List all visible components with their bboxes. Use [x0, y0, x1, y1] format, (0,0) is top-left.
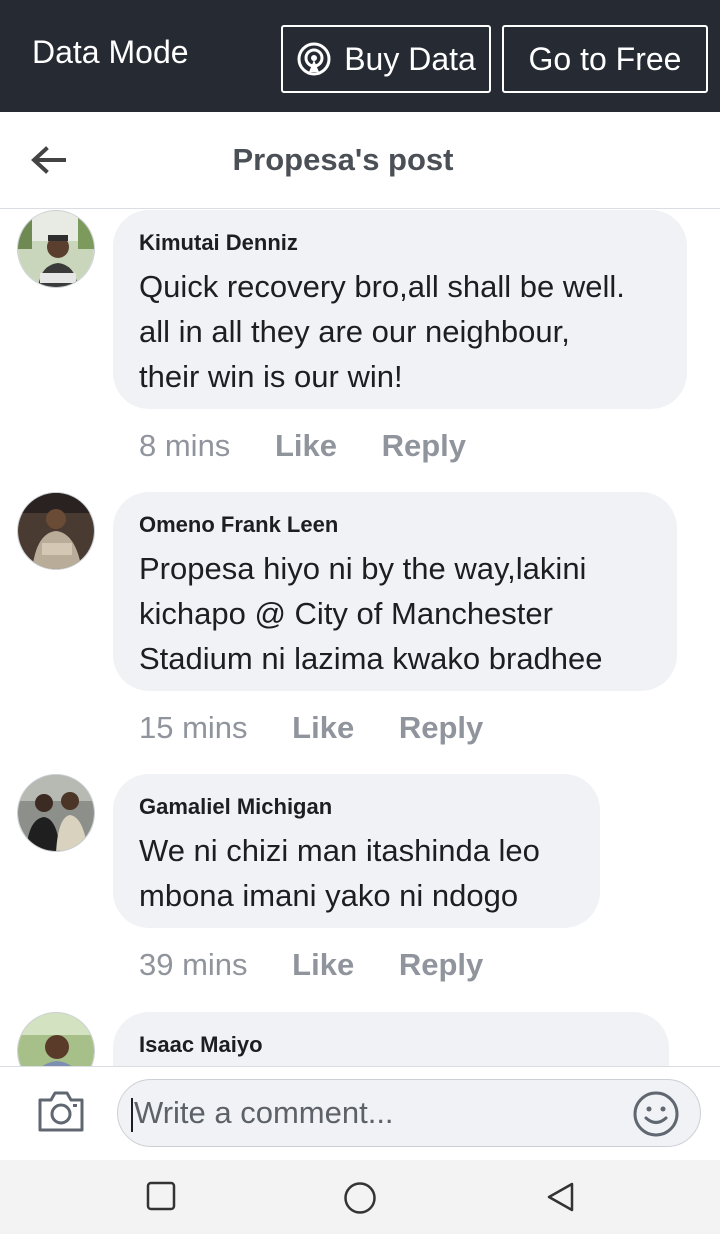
page-title: Propesa's post [232, 142, 454, 177]
avatar[interactable] [17, 1012, 95, 1066]
avatar[interactable] [17, 774, 95, 852]
system-nav-bar [0, 1160, 720, 1234]
camera-icon[interactable] [36, 1088, 86, 1134]
reply-button[interactable]: Reply [399, 710, 483, 745]
comment-composer: Write a comment... [0, 1066, 720, 1160]
avatar[interactable] [17, 210, 95, 288]
comment-actions: 15 mins Like Reply [139, 710, 519, 746]
reply-button[interactable]: Reply [399, 947, 483, 982]
comment-author[interactable]: Omeno Frank Leen [139, 510, 651, 540]
triangle-icon[interactable] [545, 1181, 575, 1213]
go-to-free-button[interactable]: Go to Free [502, 25, 708, 93]
text-caret [131, 1097, 133, 1132]
comment-time: 15 mins [139, 710, 248, 745]
comment-actions: 8 mins Like Reply [139, 428, 502, 464]
post-header: Propesa's post [0, 112, 720, 209]
broadcast-icon [297, 42, 331, 76]
comment-time: 39 mins [139, 947, 248, 982]
comment-author[interactable]: Gamaliel Michigan [139, 792, 574, 822]
circle-icon[interactable] [343, 1181, 377, 1215]
comment-placeholder: Write a comment... [134, 1095, 394, 1130]
comment-bubble: Gamaliel Michigan We ni chizi man itashi… [113, 774, 600, 928]
comment-author[interactable]: Isaac Maiyo [139, 1030, 643, 1060]
comment-bubble: Kimutai Denniz Quick recovery bro,all sh… [113, 210, 687, 409]
buy-data-button[interactable]: Buy Data [281, 25, 491, 93]
comment-actions: 39 mins Like Reply [139, 947, 519, 983]
buy-data-label: Buy Data [344, 40, 476, 77]
comment-time: 8 mins [139, 428, 231, 463]
comment-input[interactable]: Write a comment... [117, 1079, 701, 1147]
data-mode-bar: Data Mode Buy Data Go to Free [0, 0, 720, 112]
smiley-icon[interactable] [631, 1089, 681, 1139]
comment-text: Propesa hiyo ni by the way,lakini kichap… [139, 551, 603, 676]
comment-bubble: Isaac Maiyo [113, 1012, 669, 1066]
avatar[interactable] [17, 492, 95, 570]
comment-bubble: Omeno Frank Leen Propesa hiyo ni by the … [113, 492, 677, 691]
reply-button[interactable]: Reply [382, 428, 466, 463]
like-button[interactable]: Like [292, 947, 354, 982]
comments-list[interactable]: Kimutai Denniz Quick recovery bro,all sh… [0, 210, 720, 1066]
go-to-free-label: Go to Free [528, 40, 682, 77]
data-mode-label: Data Mode [32, 34, 189, 70]
like-button[interactable]: Like [275, 428, 337, 463]
square-icon[interactable] [146, 1181, 176, 1211]
comment-author[interactable]: Kimutai Denniz [139, 228, 661, 258]
like-button[interactable]: Like [292, 710, 354, 745]
comment-text: We ni chizi man itashinda leo mbona iman… [139, 833, 540, 913]
comment-text: Quick recovery bro,all shall be well. al… [139, 269, 625, 394]
